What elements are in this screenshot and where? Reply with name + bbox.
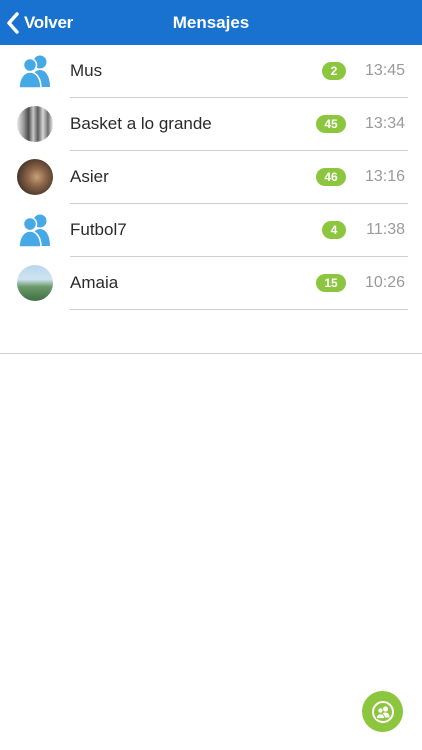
conversation-row-basket[interactable]: Basket a lo grande 45 13:34 (0, 98, 422, 151)
conversation-row-amaia[interactable]: Amaia 15 10:26 (0, 257, 422, 310)
conversation-time: 11:38 (366, 221, 405, 238)
top-bar: Volver Mensajes (0, 0, 422, 45)
new-group-chat-icon (371, 700, 394, 723)
conversation-name: Mus (70, 61, 103, 80)
conversation-row-futbol7[interactable]: Futbol7 4 11:38 (0, 204, 422, 257)
avatar (17, 106, 53, 142)
conversation-name: Basket a lo grande (70, 114, 212, 133)
conversation-time: 10:26 (364, 274, 405, 291)
back-button[interactable]: Volver (6, 0, 73, 45)
chevron-left-icon (7, 11, 19, 34)
conversation-name: Futbol7 (70, 220, 127, 239)
avatar (17, 265, 53, 301)
back-label: Volver (24, 12, 73, 32)
new-group-chat-button[interactable] (362, 691, 403, 732)
unread-badge: 2 (322, 62, 346, 80)
conversation-time: 13:45 (364, 62, 405, 79)
conversation-row-mus[interactable]: Mus 2 13:45 (0, 45, 422, 98)
conversation-name: Amaia (70, 273, 119, 292)
list-divider (0, 353, 422, 354)
conversation-time: 13:34 (364, 115, 405, 132)
unread-badge: 4 (322, 221, 346, 239)
unread-badge: 15 (316, 274, 346, 292)
conversation-list: Mus 2 13:45 Basket a lo grande 45 13:34 … (0, 45, 422, 310)
conversation-time: 13:16 (364, 168, 405, 185)
unread-badge: 46 (316, 168, 346, 186)
group-avatar-icon (17, 53, 53, 89)
unread-badge: 45 (316, 115, 346, 133)
group-avatar-icon (17, 212, 53, 248)
conversation-row-asier[interactable]: Asier 46 13:16 (0, 151, 422, 204)
avatar (17, 159, 53, 195)
conversation-name: Asier (70, 167, 109, 186)
